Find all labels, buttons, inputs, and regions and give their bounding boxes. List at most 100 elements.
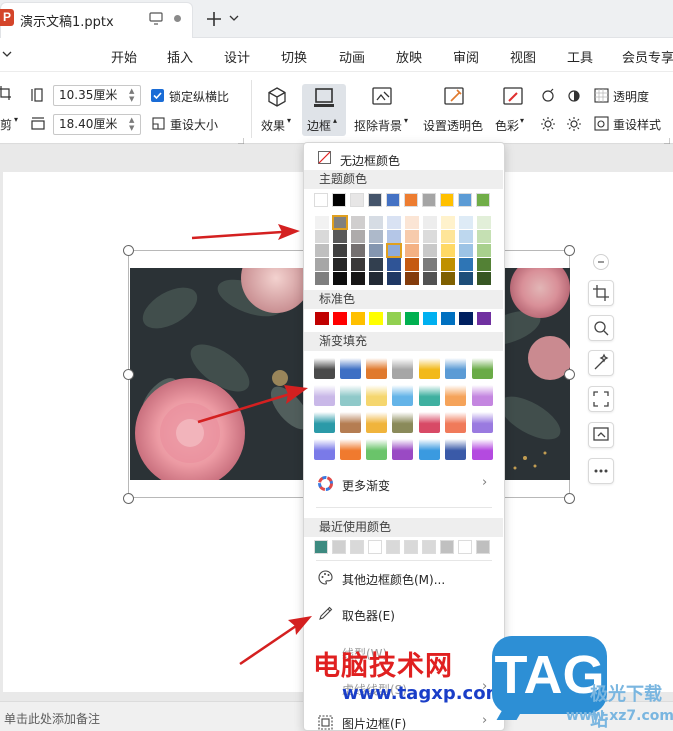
width-input[interactable]: 10.35厘米 ▲ ▼ <box>53 85 141 106</box>
notes-placeholder[interactable]: 单击此处添加备注 <box>4 710 100 727</box>
transparency-icon[interactable] <box>594 88 609 103</box>
standard-color-swatch[interactable] <box>441 312 455 325</box>
theme-shade-swatch[interactable] <box>351 230 365 243</box>
collapse-toolbar-button[interactable] <box>593 254 609 270</box>
theme-shade-swatch[interactable] <box>351 244 365 257</box>
effects-label[interactable]: 效果 <box>261 117 285 134</box>
theme-shade-swatch[interactable] <box>405 272 419 285</box>
crop-icon[interactable] <box>0 85 12 101</box>
size-group-expander-icon[interactable] <box>238 138 244 144</box>
theme-shade-swatch[interactable] <box>423 258 437 271</box>
zoom-icon[interactable] <box>588 315 614 341</box>
theme-color-swatch[interactable] <box>458 193 472 207</box>
standard-color-swatch[interactable] <box>423 312 437 325</box>
theme-shade-swatch[interactable] <box>477 258 491 271</box>
gradient-swatch[interactable] <box>472 439 493 460</box>
theme-shade-swatch[interactable] <box>423 272 437 285</box>
menu-review[interactable]: 审阅 <box>453 47 479 66</box>
theme-shade-swatch[interactable] <box>369 230 383 243</box>
gradient-swatch[interactable] <box>314 358 335 379</box>
recent-color-swatch[interactable] <box>422 540 436 554</box>
no-border-color-item[interactable]: 无边框颜色 <box>340 152 400 169</box>
theme-color-swatch[interactable] <box>404 193 418 207</box>
gradient-swatch[interactable] <box>472 385 493 406</box>
theme-shade-swatch[interactable] <box>386 243 402 258</box>
theme-shade-swatch[interactable] <box>387 258 401 271</box>
remove-background-icon[interactable] <box>371 86 393 108</box>
height-input[interactable]: 18.40厘米 ▲ ▼ <box>53 114 141 135</box>
brightness-down-icon[interactable] <box>540 116 556 132</box>
standard-color-swatch[interactable] <box>315 312 329 325</box>
gradient-swatch[interactable] <box>366 412 387 433</box>
theme-shade-swatch[interactable] <box>477 230 491 243</box>
theme-shade-swatch[interactable] <box>459 272 473 285</box>
menu-transitions[interactable]: 切换 <box>281 47 307 66</box>
theme-shade-swatch[interactable] <box>332 215 348 230</box>
resize-handle-bottom-left[interactable] <box>123 493 134 504</box>
contrast-icon[interactable] <box>566 88 582 104</box>
theme-shade-swatch[interactable] <box>423 244 437 257</box>
reset-size-label[interactable]: 重设大小 <box>170 116 218 133</box>
gradient-swatch[interactable] <box>419 412 440 433</box>
lock-ratio-label[interactable]: 锁定纵横比 <box>169 88 229 105</box>
theme-shade-swatch[interactable] <box>351 216 365 229</box>
gradient-swatch[interactable] <box>314 439 335 460</box>
theme-shade-swatch[interactable] <box>423 230 437 243</box>
gradient-swatch[interactable] <box>445 412 466 433</box>
float-crop-button[interactable] <box>588 280 614 306</box>
theme-color-swatch[interactable] <box>440 193 454 207</box>
height-spin-arrows-icon[interactable]: ▲ ▼ <box>129 116 137 132</box>
theme-shade-swatch[interactable] <box>387 272 401 285</box>
theme-shade-swatch[interactable] <box>351 258 365 271</box>
theme-color-swatch[interactable] <box>332 193 346 207</box>
remove-background-label[interactable]: 抠除背景 <box>354 117 402 134</box>
standard-color-swatch[interactable] <box>405 312 419 325</box>
gradient-swatch[interactable] <box>472 358 493 379</box>
theme-shade-swatch[interactable] <box>405 230 419 243</box>
gradient-swatch[interactable] <box>445 439 466 460</box>
theme-shade-swatch[interactable] <box>369 272 383 285</box>
theme-color-swatch[interactable] <box>350 193 364 207</box>
menu-animation[interactable]: 动画 <box>339 47 365 66</box>
theme-color-swatch[interactable] <box>368 193 382 207</box>
theme-shade-swatch[interactable] <box>333 272 347 285</box>
gradient-swatch[interactable] <box>445 358 466 379</box>
resize-handle-bottom-right[interactable] <box>564 493 575 504</box>
theme-shade-swatch[interactable] <box>441 258 455 271</box>
menu-design[interactable]: 设计 <box>224 47 250 66</box>
theme-shade-swatch[interactable] <box>333 230 347 243</box>
theme-color-swatch[interactable] <box>314 193 328 207</box>
theme-shade-swatch[interactable] <box>441 230 455 243</box>
theme-shade-swatch[interactable] <box>477 272 491 285</box>
sun-icon[interactable] <box>566 116 582 132</box>
gradient-swatch[interactable] <box>419 358 440 379</box>
theme-shade-swatch[interactable] <box>333 258 347 271</box>
remove-background-chevron-icon[interactable]: ▾ <box>404 116 408 125</box>
theme-shade-swatch[interactable] <box>459 258 473 271</box>
lock-ratio-checkbox[interactable] <box>151 89 164 102</box>
theme-shade-swatch[interactable] <box>333 244 347 257</box>
color-label[interactable]: 色彩 <box>495 117 519 134</box>
resize-handle-top-right[interactable] <box>564 245 575 256</box>
standard-color-swatch[interactable] <box>369 312 383 325</box>
theme-shade-swatch[interactable] <box>315 272 329 285</box>
menu-insert[interactable]: 插入 <box>167 47 193 66</box>
recent-color-swatch[interactable] <box>476 540 490 554</box>
recent-color-swatch[interactable] <box>350 540 364 554</box>
more-icon[interactable] <box>588 458 614 484</box>
gradient-swatch[interactable] <box>366 385 387 406</box>
image-edit-icon[interactable] <box>588 422 614 448</box>
gradient-swatch[interactable] <box>340 412 361 433</box>
theme-shade-swatch[interactable] <box>315 258 329 271</box>
theme-shade-swatch[interactable] <box>459 230 473 243</box>
monitor-icon[interactable] <box>149 12 163 25</box>
gradient-swatch[interactable] <box>445 385 466 406</box>
gradient-swatch[interactable] <box>314 412 335 433</box>
reset-style-icon[interactable] <box>594 116 609 131</box>
theme-shade-swatch[interactable] <box>405 216 419 229</box>
gradient-swatch[interactable] <box>419 439 440 460</box>
gradient-swatch[interactable] <box>366 358 387 379</box>
standard-color-swatch[interactable] <box>333 312 347 325</box>
recent-color-swatch[interactable] <box>404 540 418 554</box>
set-transparent-label[interactable]: 设置透明色 <box>423 117 483 134</box>
